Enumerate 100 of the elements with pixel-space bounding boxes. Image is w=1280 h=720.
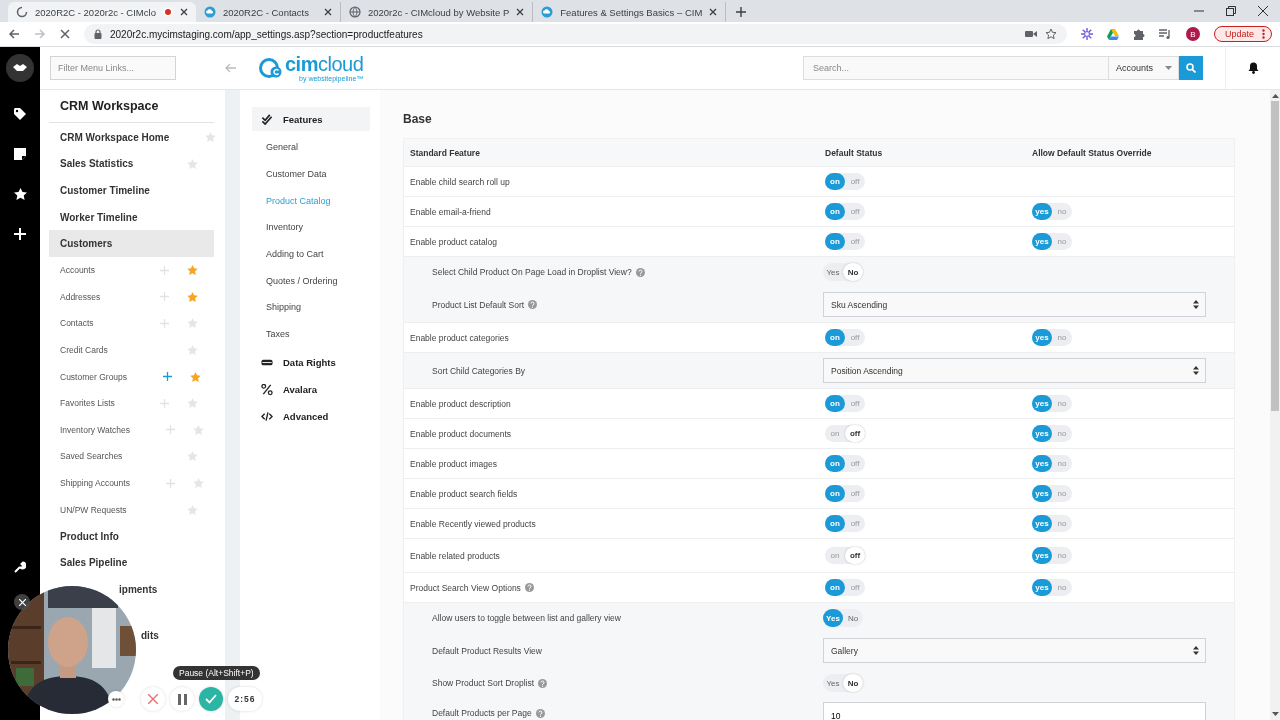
- toggle-option[interactable]: on: [825, 425, 845, 442]
- yes-no-toggle[interactable]: yes no: [1032, 329, 1072, 346]
- on-off-toggle[interactable]: on off: [825, 233, 865, 250]
- new-tab-icon[interactable]: [736, 7, 747, 17]
- sidebar-item[interactable]: Customer Timeline: [49, 177, 214, 204]
- note-icon[interactable]: [14, 148, 26, 160]
- toggle-option[interactable]: off: [845, 455, 865, 472]
- close-icon[interactable]: [516, 8, 525, 16]
- sidebar-item[interactable]: Contacts: [49, 310, 214, 337]
- restore-icon[interactable]: [1226, 6, 1236, 16]
- select-dropdown[interactable]: Sku Ascending: [823, 292, 1206, 317]
- filter-field[interactable]: Filter Menu Links...: [50, 56, 176, 80]
- toggle-option[interactable]: No: [843, 674, 863, 692]
- toggle-option[interactable]: yes: [1032, 395, 1052, 412]
- close-icon[interactable]: [323, 8, 332, 16]
- media-list-icon[interactable]: [1158, 28, 1172, 40]
- tag-icon[interactable]: [14, 108, 26, 120]
- settings-link[interactable]: Inventory: [252, 214, 370, 241]
- notification-bell-icon[interactable]: [1247, 62, 1259, 74]
- on-off-toggle[interactable]: on off: [825, 579, 865, 596]
- star-icon[interactable]: [187, 451, 198, 462]
- yes-no-toggle[interactable]: Yes No: [823, 609, 863, 627]
- star-icon[interactable]: [205, 132, 217, 143]
- toggle-option[interactable]: Yes: [823, 674, 843, 692]
- yes-no-toggle[interactable]: yes no: [1032, 395, 1072, 412]
- on-off-toggle[interactable]: on off: [825, 455, 865, 472]
- toggle-option[interactable]: no: [1052, 329, 1072, 346]
- star-icon[interactable]: [190, 371, 202, 382]
- toggle-option[interactable]: no: [1052, 485, 1072, 502]
- settings-group[interactable]: Avalara: [252, 377, 370, 402]
- toggle-option[interactable]: off: [845, 579, 865, 596]
- sidebar-item[interactable]: Inventory Watches: [49, 416, 214, 444]
- on-off-toggle[interactable]: on off: [825, 173, 865, 190]
- select-dropdown[interactable]: Gallery: [823, 638, 1206, 663]
- scroll-thumb[interactable]: [1271, 101, 1279, 411]
- star-icon[interactable]: [193, 424, 205, 435]
- toggle-option[interactable]: off: [845, 485, 865, 502]
- sidebar-item[interactable]: Product Info: [49, 522, 214, 550]
- on-off-toggle[interactable]: on off: [825, 329, 865, 346]
- toggle-option[interactable]: off: [845, 515, 865, 532]
- toggle-option[interactable]: off: [845, 395, 865, 412]
- yes-no-toggle[interactable]: Yes No: [823, 674, 863, 692]
- star-icon[interactable]: [187, 345, 198, 356]
- stop-icon[interactable]: [60, 29, 70, 39]
- scroll-down-icon[interactable]: [1271, 712, 1279, 716]
- help-icon[interactable]: [528, 300, 538, 309]
- sidebar-item[interactable]: dits: [141, 628, 214, 643]
- toggle-option[interactable]: on: [825, 547, 845, 564]
- toggle-option[interactable]: off: [845, 547, 865, 564]
- toggle-option[interactable]: no: [1052, 515, 1072, 532]
- toggle-option[interactable]: on: [825, 203, 845, 220]
- toggle-option[interactable]: off: [845, 233, 865, 250]
- settings-group[interactable]: Features: [252, 107, 370, 131]
- wrench-icon[interactable]: [14, 561, 26, 573]
- search-field[interactable]: Search...: [803, 56, 1109, 80]
- sparkle-icon[interactable]: [1080, 28, 1093, 40]
- toggle-option[interactable]: no: [1052, 547, 1072, 564]
- toggle-option[interactable]: yes: [1032, 233, 1052, 250]
- close-icon[interactable]: [709, 8, 718, 16]
- settings-link[interactable]: Quotes / Ordering: [252, 267, 370, 295]
- settings-link[interactable]: Product Catalog: [252, 187, 370, 215]
- toggle-option[interactable]: yes: [1032, 579, 1052, 596]
- on-off-toggle[interactable]: on off: [825, 203, 865, 220]
- sidebar-item[interactable]: ipments: [119, 582, 214, 597]
- sidebar-item[interactable]: Accounts: [49, 256, 214, 284]
- sidebar-item[interactable]: Worker Timeline: [49, 203, 214, 231]
- sidebar-item[interactable]: Sales Pipeline: [49, 549, 214, 577]
- sidebar-item[interactable]: Customers: [49, 230, 214, 257]
- help-icon[interactable]: [635, 267, 645, 277]
- help-icon[interactable]: [535, 708, 545, 718]
- toggle-option[interactable]: no: [1052, 579, 1072, 596]
- back-icon[interactable]: [8, 28, 20, 40]
- settings-link[interactable]: General: [252, 134, 370, 161]
- toggle-option[interactable]: on: [825, 455, 845, 472]
- toggle-option[interactable]: off: [845, 329, 865, 346]
- settings-link[interactable]: Customer Data: [252, 160, 370, 188]
- sidebar-item[interactable]: Addresses: [49, 283, 214, 311]
- toggle-option[interactable]: no: [1052, 395, 1072, 412]
- toggle-option[interactable]: on: [825, 233, 845, 250]
- star-icon[interactable]: [192, 478, 204, 488]
- help-icon[interactable]: [524, 583, 534, 592]
- sidebar-item[interactable]: CRM Workspace Home: [49, 124, 214, 151]
- yes-no-toggle[interactable]: yes no: [1032, 233, 1072, 250]
- settings-link[interactable]: Taxes: [252, 320, 370, 348]
- on-off-toggle[interactable]: on off: [825, 515, 865, 532]
- star-icon[interactable]: [13, 188, 27, 200]
- toggle-option[interactable]: yes: [1032, 515, 1052, 532]
- toggle-option[interactable]: on: [825, 395, 845, 412]
- toggle-option[interactable]: no: [1052, 233, 1072, 250]
- camera-icon[interactable]: [1024, 29, 1037, 39]
- drive-icon[interactable]: [1106, 28, 1119, 40]
- update-button[interactable]: Update: [1213, 26, 1272, 42]
- yes-no-toggle[interactable]: yes no: [1032, 485, 1072, 502]
- toggle-option[interactable]: on: [825, 485, 845, 502]
- toggle-option[interactable]: yes: [1032, 547, 1052, 564]
- toggle-option[interactable]: no: [1052, 203, 1072, 220]
- yes-no-toggle[interactable]: yes no: [1032, 547, 1072, 564]
- back-arrow-icon[interactable]: [225, 63, 236, 73]
- settings-link[interactable]: Adding to Cart: [252, 240, 370, 268]
- scroll-up-icon[interactable]: [1271, 94, 1279, 98]
